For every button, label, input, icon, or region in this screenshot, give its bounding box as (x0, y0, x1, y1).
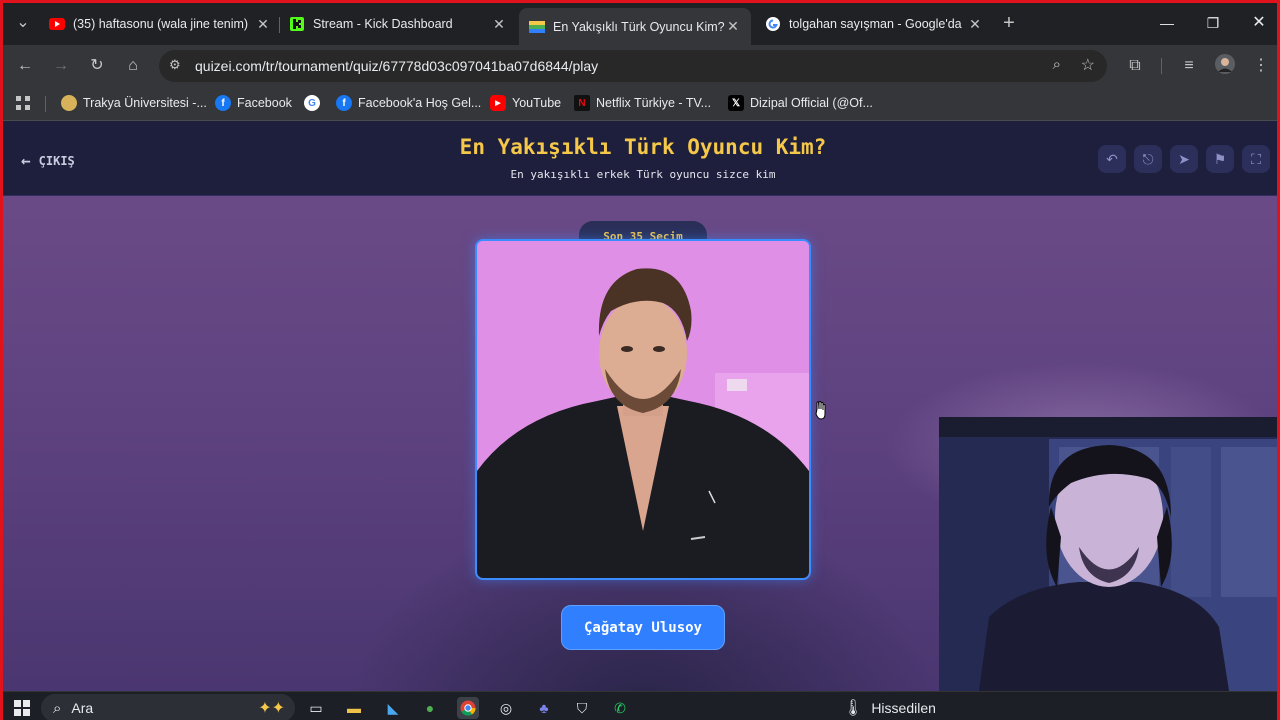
share-icon: ⎋ (1142, 151, 1154, 167)
browser-toolbar: ← → ↻ ⌂ ⚙ quizei.com/tr/tournament/quiz/… (3, 45, 1277, 87)
choice-card[interactable] (475, 239, 811, 580)
address-bar[interactable]: ⚙ quizei.com/tr/tournament/quiz/67778d03… (159, 50, 1107, 82)
thermometer-icon: 🌡 (843, 700, 864, 717)
fullscreen-button[interactable]: ⛶ (1242, 145, 1270, 173)
bookmarks-bar: Trakya Üniversitesi -... f Facebook G f … (3, 87, 1277, 121)
google-icon (765, 16, 781, 32)
bookmark-dizipal[interactable]: 𝕏 Dizipal Official (@Of... (728, 95, 873, 111)
bookmark-label: Facebook (237, 96, 292, 110)
bookmark-facebook-welcome[interactable]: f Facebook'a Hoş Gel... (336, 95, 481, 111)
bookmark-label: Dizipal Official (@Of... (750, 96, 873, 110)
youtube-icon (49, 16, 65, 32)
share-button[interactable]: ⎋ (1134, 145, 1162, 173)
extensions-icon[interactable]: ⧉ (1123, 54, 1147, 78)
teams-icon[interactable]: ♣ (533, 697, 555, 719)
browser-icon[interactable]: ◎ (495, 697, 517, 719)
undo-icon: ↶ (1106, 151, 1118, 167)
bookmark-google[interactable]: G (304, 95, 326, 111)
site-info-icon[interactable]: ⚙ (169, 57, 181, 73)
fullscreen-icon: ⛶ (1251, 151, 1261, 167)
tab-title: En Yakışıklı Türk Oyuncu Kim? - (553, 19, 725, 34)
minimize-icon[interactable]: — (1155, 13, 1179, 33)
send-button[interactable]: ➤ (1170, 145, 1198, 173)
bookmark-label: Netflix Türkiye - TV... (596, 96, 712, 110)
netflix-icon: N (574, 95, 590, 111)
new-tab-icon[interactable]: + (997, 11, 1021, 35)
actor-photo (477, 241, 809, 578)
quiz-subtitle: En yakışıklı erkek Türk oyuncu sizce kim (510, 168, 776, 181)
apps-grid-icon[interactable] (15, 95, 31, 111)
bookmark-netflix[interactable]: N Netflix Türkiye - TV... (574, 95, 711, 111)
send-icon: ➤ (1178, 151, 1190, 167)
tab-search-chevron-icon[interactable]: ⌄ (11, 11, 35, 35)
tab-close-icon[interactable]: ✕ (967, 16, 983, 33)
tab-title: tolgahan sayışman - Google'da (789, 17, 962, 31)
report-button[interactable]: ⚑ (1206, 145, 1234, 173)
bookmark-star-icon[interactable]: ☆ (1081, 55, 1095, 75)
tab-quizei[interactable]: En Yakışıklı Türk Oyuncu Kim? - ✕ (519, 8, 751, 45)
weather-widget[interactable]: 🌡 Hissedilen (843, 698, 936, 718)
torrent-icon[interactable]: ● (419, 697, 441, 719)
task-view-icon[interactable]: ▭ (305, 697, 327, 719)
tab-title: (35) haftasonu (wala jine tenim) (73, 17, 249, 31)
app-icon[interactable]: ◣ (382, 697, 404, 719)
screen-frame: ⌄ (35) haftasonu (wala jine tenim) ✕ Str… (0, 0, 1280, 720)
facebook-icon: f (336, 95, 352, 111)
tab-title: Stream - Kick Dashboard (313, 17, 453, 31)
zoom-search-icon[interactable]: ⌕ (1053, 56, 1061, 73)
chrome-icon[interactable] (457, 697, 479, 719)
tab-kick[interactable]: Stream - Kick Dashboard ✕ (289, 10, 507, 38)
reload-icon[interactable]: ↻ (85, 54, 109, 78)
flag-icon: ⚑ (1213, 151, 1227, 167)
bookmark-trakya[interactable]: Trakya Üniversitesi -... (61, 95, 207, 111)
search-placeholder: Ara (71, 700, 94, 716)
media-control-icon[interactable]: ≡ (1177, 54, 1201, 78)
toolbar-divider (1161, 58, 1162, 74)
bookmark-facebook[interactable]: f Facebook (215, 95, 292, 111)
x-icon: 𝕏 (728, 95, 744, 111)
windows-taskbar: ⌕ Ara ✦✦ ▭ ▬ ◣ ● ◎ ♣ ⛉ ✆ 🌡 Hissedilen (3, 691, 1277, 720)
undo-button[interactable]: ↶ (1098, 145, 1126, 173)
weather-text: Hissedilen (871, 700, 936, 716)
webcam-overlay (939, 417, 1277, 691)
mouse-cursor-icon (815, 401, 826, 420)
bookmark-label: Trakya Üniversitesi -... (83, 96, 207, 110)
search-icon: ⌕ (53, 699, 62, 717)
taskbar-search[interactable]: ⌕ Ara ✦✦ (41, 694, 295, 720)
tab-youtube[interactable]: (35) haftasonu (wala jine tenim) ✕ (49, 10, 271, 38)
tab-strip: ⌄ (35) haftasonu (wala jine tenim) ✕ Str… (3, 3, 1277, 45)
profile-avatar[interactable] (1213, 54, 1237, 78)
quiz-title: En Yakışıklı Türk Oyuncu Kim? (459, 135, 827, 159)
bookmark-label: Facebook'a Hoş Gel... (358, 96, 482, 110)
home-icon[interactable]: ⌂ (121, 54, 145, 78)
tab-google[interactable]: tolgahan sayışman - Google'da ✕ (765, 10, 983, 38)
facebook-icon: f (215, 95, 231, 111)
close-window-icon[interactable]: ✕ (1247, 13, 1271, 33)
bookmark-label: YouTube (512, 96, 562, 110)
forward-icon[interactable]: → (49, 54, 73, 78)
security-shield-icon[interactable]: ⛉ (571, 697, 593, 719)
menu-kebab-icon[interactable]: ⋮ (1249, 54, 1273, 78)
trakya-icon (61, 95, 77, 111)
tab-divider (279, 17, 280, 33)
bookmark-divider (45, 96, 46, 112)
quizei-icon (529, 19, 545, 35)
quiz-header: ← ÇIKIŞ En Yakışıklı Türk Oyuncu Kim? En… (3, 121, 1277, 196)
google-icon: G (304, 95, 320, 111)
bookmark-youtube[interactable]: ▶ YouTube (490, 95, 561, 111)
restore-icon[interactable]: ❐ (1201, 13, 1225, 33)
streamer-webcam-feed (939, 417, 1277, 691)
kick-icon (289, 16, 305, 32)
tab-close-icon[interactable]: ✕ (255, 16, 271, 33)
whatsapp-icon[interactable]: ✆ (609, 697, 631, 719)
back-icon[interactable]: ← (13, 54, 37, 78)
tab-close-icon[interactable]: ✕ (491, 16, 507, 33)
choice-name-button[interactable]: Çağatay Ulusoy (561, 605, 725, 650)
windows-start-icon[interactable] (11, 697, 33, 719)
youtube-icon: ▶ (490, 95, 506, 111)
copilot-sparkle-icon: ✦✦ (258, 700, 285, 717)
tab-close-icon[interactable]: ✕ (725, 18, 741, 35)
file-explorer-icon[interactable]: ▬ (343, 697, 365, 719)
url-text: quizei.com/tr/tournament/quiz/67778d03c0… (195, 58, 599, 74)
